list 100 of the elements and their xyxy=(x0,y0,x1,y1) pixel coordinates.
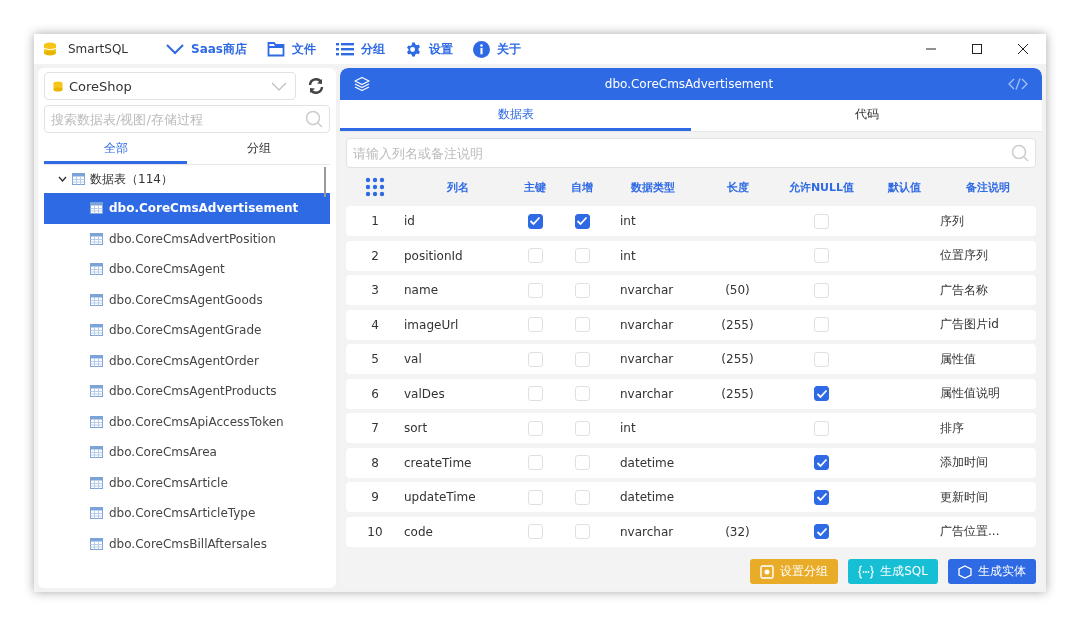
row-number: 3 xyxy=(370,283,380,297)
table-cell-text: 广告位置... xyxy=(940,523,1001,540)
tree-item[interactable]: dbo.CoreCmsAgent xyxy=(44,254,330,285)
table-title: dbo.CoreCmsAdvertisement xyxy=(603,77,775,91)
table-cell: (255) xyxy=(721,386,754,401)
tree-item[interactable]: dbo.CoreCmsBillAftersales xyxy=(44,528,330,559)
column-header: 默认值 xyxy=(886,179,922,195)
table-row[interactable]: 10 code nvarchar (32) 广告位置... xyxy=(346,516,1036,547)
menu-item[interactable]: 分组 xyxy=(328,40,393,58)
table-cell-text: valDes xyxy=(404,386,446,401)
chevron-icon xyxy=(271,81,287,91)
row-number: 9 xyxy=(370,490,380,504)
table-icon xyxy=(90,507,103,520)
table-cell: (255) xyxy=(721,352,754,366)
table-cell-text: id xyxy=(404,214,416,228)
column-header: 数据类型 xyxy=(630,179,676,195)
table-row[interactable]: 9 updateTime datetime 更新时间 xyxy=(346,482,1036,512)
tree-item[interactable]: dbo.CoreCmsArea xyxy=(44,437,330,468)
tree-item[interactable]: dbo.CoreCmsApiAccessToken xyxy=(44,406,330,437)
info-icon xyxy=(473,40,490,58)
row-number: 7 xyxy=(370,421,380,435)
table-cell-text: 更新时间 xyxy=(940,488,989,506)
table-icon xyxy=(90,476,103,489)
table-cell-text: int xyxy=(619,421,637,435)
menu-item[interactable]: 关于 xyxy=(465,40,529,58)
row-number: 2 xyxy=(370,248,380,263)
chevron-icon xyxy=(58,176,67,182)
table-cell-text: name xyxy=(404,283,440,297)
tab[interactable]: 分组 xyxy=(187,136,330,164)
table-cell-text: nvarchar xyxy=(619,283,675,297)
column-header: 列名 xyxy=(446,179,470,195)
table-cell-text: datetime xyxy=(619,490,676,504)
table-cell-text: 位置序列 xyxy=(940,247,989,264)
table-cell-text: 排序 xyxy=(940,419,965,437)
tree-item[interactable]: dbo.CoreCmsAgentOrder xyxy=(44,345,330,376)
table-cell-text: 广告图片id xyxy=(940,316,1000,333)
action-button[interactable]: 生成实体 xyxy=(948,559,1036,584)
tree-group[interactable]: 数据表（114） xyxy=(44,165,330,193)
row-number: 8 xyxy=(370,455,380,470)
table-icon xyxy=(90,537,103,550)
checkbox[interactable] xyxy=(814,455,829,470)
list-icon xyxy=(336,42,354,56)
table-cell-text: nvarchar xyxy=(619,352,675,366)
table-cell-text: int xyxy=(619,214,637,228)
chevron-icon xyxy=(166,43,184,55)
checkbox[interactable] xyxy=(814,489,829,505)
checkbox[interactable] xyxy=(574,213,590,229)
tree-item[interactable]: dbo.CoreCmsAgentGoods xyxy=(44,284,330,315)
table-cell-text: 属性值 xyxy=(940,350,977,368)
tree-item[interactable]: dbo.CoreCmsAdvertisement xyxy=(44,193,330,224)
tree-item[interactable]: dbo.CoreCmsAgentGrade xyxy=(44,315,330,346)
table-cell-text: createTime xyxy=(404,455,473,470)
tree-item[interactable]: dbo.CoreCmsArticle xyxy=(44,467,330,498)
menu-item[interactable]: 文件 xyxy=(259,40,324,58)
table-cell-text: updateTime xyxy=(404,490,477,504)
table-icon xyxy=(90,385,103,398)
database-icon xyxy=(42,41,58,57)
folder-icon xyxy=(267,41,285,57)
tab[interactable]: 代码 xyxy=(691,100,1042,131)
table-icon xyxy=(90,446,103,459)
checkbox[interactable] xyxy=(814,386,829,401)
layers-icon xyxy=(354,76,370,92)
table-cell-text: nvarchar xyxy=(619,386,675,401)
table-row[interactable]: 6 valDes nvarchar (255) 属性值说明 xyxy=(346,378,1036,409)
table-cell-text: 属性值说明 xyxy=(940,385,1001,402)
row-number: 6 xyxy=(370,386,380,401)
table-icon xyxy=(90,293,103,306)
checkbox[interactable] xyxy=(527,213,543,229)
table-row[interactable]: 1 id int 序列 xyxy=(346,206,1036,236)
column-header: 自增 xyxy=(570,179,594,195)
table-icon xyxy=(90,354,103,367)
menu-item[interactable]: 设置 xyxy=(397,40,461,58)
refresh-icon xyxy=(307,77,325,95)
table-cell: (255) xyxy=(721,317,754,332)
tab[interactable]: 全部 xyxy=(44,136,187,164)
tree-item[interactable]: dbo.CoreCmsAdvertPosition xyxy=(44,223,330,254)
menu-item[interactable]: Saas商店 xyxy=(158,40,255,58)
column-header: 备注说明 xyxy=(965,179,1011,195)
table-cell-text: int xyxy=(619,248,637,263)
grid-icon xyxy=(365,177,385,197)
table-icon xyxy=(90,202,103,215)
database-dropdown[interactable]: CoreShop xyxy=(44,72,296,100)
table-row[interactable]: 8 createTime datetime 添加时间 xyxy=(346,447,1036,478)
tree-item[interactable]: dbo.CoreCmsAgentProducts xyxy=(44,376,330,407)
table-cell-text: 添加时间 xyxy=(940,454,989,471)
database-icon xyxy=(53,80,63,92)
table-icon xyxy=(90,232,103,245)
search-field[interactable]: 搜索数据表/视图/存储过程 xyxy=(44,105,330,133)
table-cell-text: nvarchar xyxy=(619,524,675,539)
tree-item[interactable]: dbo.CoreCmsArticleType xyxy=(44,498,330,529)
table-icon xyxy=(90,263,103,276)
search-field[interactable]: 请输入列名或备注说明 xyxy=(346,138,1036,168)
braces-icon xyxy=(858,564,875,579)
close-icon xyxy=(1017,43,1029,55)
column-header: 主键 xyxy=(523,179,547,195)
column-header: 长度 xyxy=(725,179,750,195)
table-cell-text: positionId xyxy=(404,248,464,263)
hexagon-icon xyxy=(958,564,972,579)
column-header: 允许NULL值 xyxy=(787,179,856,195)
checkbox[interactable] xyxy=(814,524,829,539)
